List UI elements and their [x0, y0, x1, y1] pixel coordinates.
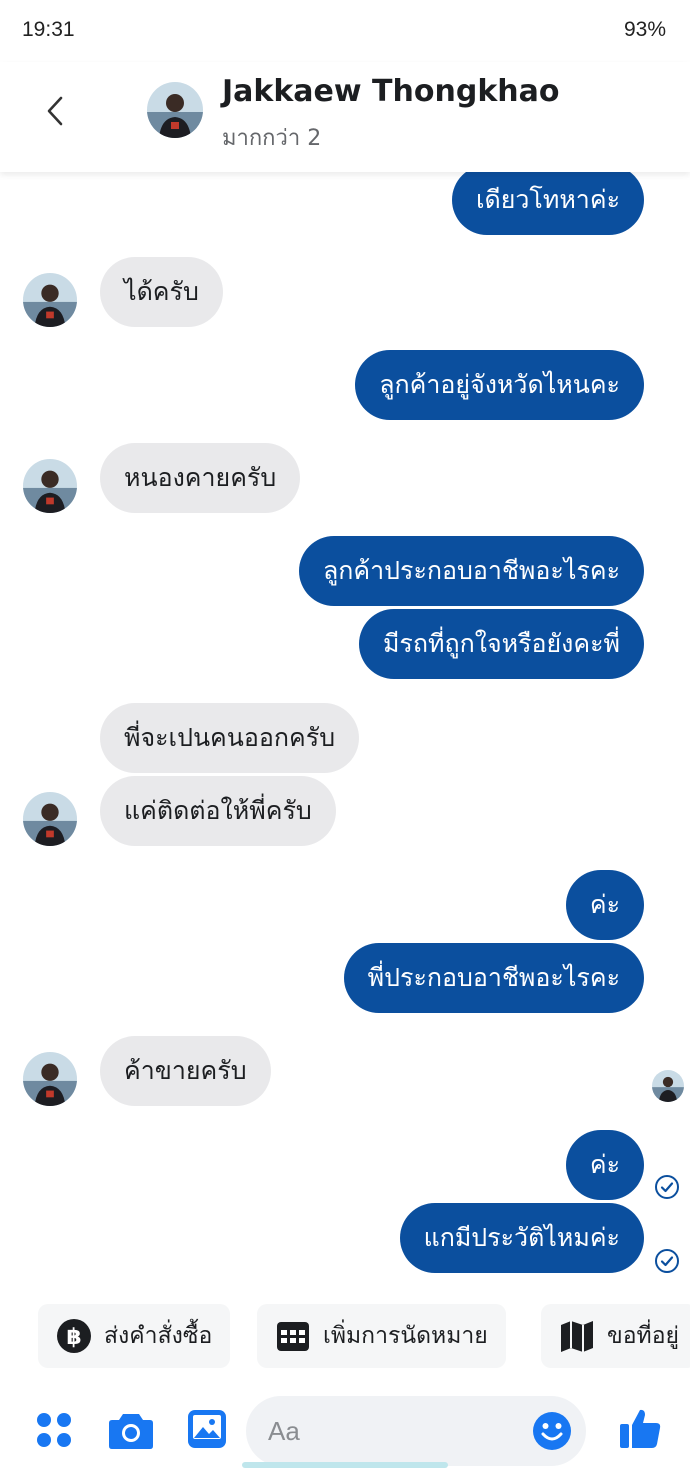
gallery-icon[interactable] [186, 1408, 228, 1450]
baht-icon: ฿ [57, 1319, 91, 1353]
sent-check-icon [655, 1249, 679, 1273]
request-address-label: ขอที่อยู่ [607, 1323, 679, 1349]
request-address-button[interactable]: ขอที่อยู่ [541, 1304, 690, 1368]
battery-level: 93% [623, 18, 666, 41]
chat-header: Jakkaew Thongkhao มากกว่า 2 [0, 62, 690, 172]
message-bubble-incoming[interactable]: ได้ครับ [100, 257, 223, 327]
chevron-left-icon [47, 96, 63, 126]
sender-avatar[interactable] [23, 792, 77, 846]
status-time: 19:31 [22, 18, 75, 41]
message-list[interactable]: เดียวโทหาค่ะ ได้ครับ ลูกค้าอยู่จังหวัดไห… [0, 172, 690, 1292]
add-appointment-button[interactable]: เพิ่มการนัดหมาย [257, 1304, 506, 1368]
like-icon[interactable] [618, 1406, 662, 1450]
svg-text:฿: ฿ [66, 1325, 81, 1350]
message-bubble-incoming[interactable]: พี่จะเปนคนออกครับ [100, 703, 360, 773]
message-input-placeholder: Aa [268, 1416, 300, 1446]
map-icon [561, 1321, 593, 1352]
add-appointment-label: เพิ่มการนัดหมาย [323, 1323, 488, 1349]
back-button[interactable] [30, 86, 80, 136]
message-bubble-incoming[interactable]: ค้าขายครับ [100, 1036, 271, 1106]
sender-avatar[interactable] [23, 1052, 77, 1106]
send-order-label: ส่งคำสั่งซื้อ [104, 1323, 213, 1349]
emoji-icon[interactable] [532, 1411, 572, 1451]
sender-avatar[interactable] [23, 273, 77, 327]
message-input[interactable]: Aa [246, 1396, 586, 1466]
sent-check-icon [655, 1175, 679, 1199]
message-bubble-outgoing[interactable]: พี่ประกอบอาชีพอะไรคะ [343, 943, 644, 1013]
seen-avatar [652, 1070, 684, 1102]
quick-actions: ฿ ส่งคำสั่งซื้อ เพิ่มการนัดหมาย ขอที่อยู… [0, 1304, 690, 1370]
calendar-icon [277, 1322, 309, 1351]
contact-avatar[interactable] [147, 82, 203, 138]
camera-icon[interactable] [108, 1410, 154, 1450]
message-bubble-outgoing[interactable]: ลูกค้าอยู่จังหวัดไหนคะ [355, 350, 644, 420]
sender-avatar[interactable] [23, 459, 77, 513]
apps-menu-icon[interactable] [34, 1410, 74, 1450]
message-bubble-outgoing[interactable]: ค่ะ [565, 1130, 644, 1200]
message-bubble-incoming[interactable]: หนองคายครับ [100, 443, 301, 513]
contact-name[interactable]: Jakkaew Thongkhao [222, 74, 560, 109]
home-indicator [242, 1462, 448, 1468]
status-bar: 19:31 93% [0, 0, 690, 62]
message-bubble-outgoing[interactable]: เดียวโทหาค่ะ [451, 172, 644, 235]
message-bubble-incoming[interactable]: แค่ติดต่อให้พี่ครับ [100, 776, 336, 846]
message-bubble-outgoing[interactable]: ลูกค้าประกอบอาชีพอะไรคะ [298, 536, 644, 606]
message-bubble-outgoing[interactable]: ค่ะ [565, 870, 644, 940]
message-bubble-outgoing[interactable]: แกมีประวัติไหมค่ะ [399, 1203, 644, 1273]
message-bubble-outgoing[interactable]: มีรถที่ถูกใจหรือยังคะพี่ [358, 609, 644, 679]
contact-subtitle: มากกว่า 2 [222, 126, 322, 151]
send-order-button[interactable]: ฿ ส่งคำสั่งซื้อ [38, 1304, 231, 1368]
